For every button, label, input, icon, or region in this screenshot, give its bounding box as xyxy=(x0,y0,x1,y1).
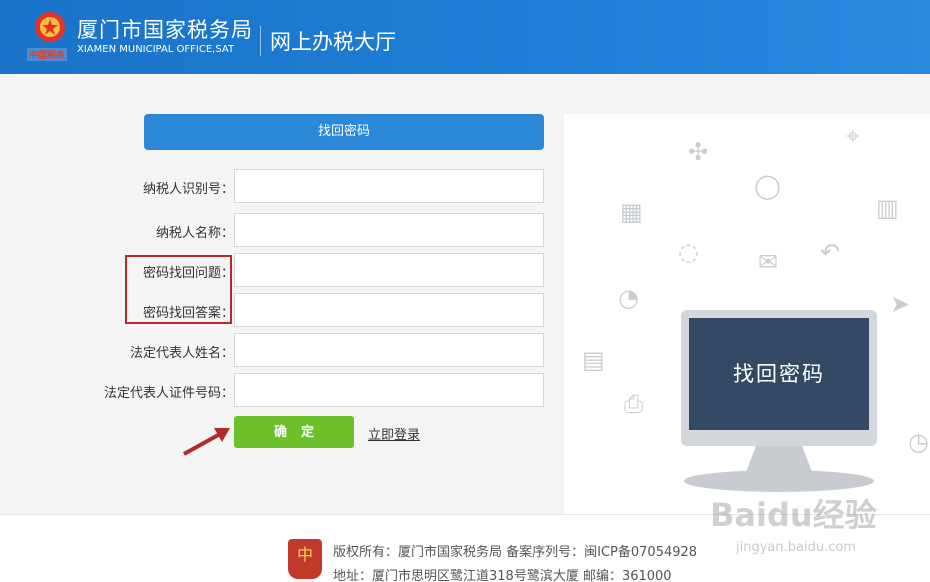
trash-icon: ▥ xyxy=(876,194,899,222)
hall-name: 网上办税大厅 xyxy=(270,30,396,54)
annotation-highlight-box xyxy=(125,255,232,324)
org-name-english: XIAMEN MUNICIPAL OFFICE,SAT xyxy=(77,44,235,55)
org-name: 厦门市国家税务局 xyxy=(77,18,253,42)
tab-recover-password[interactable]: 找回密码 xyxy=(144,114,544,150)
field-row-taxpayer-name: 纳税人名称： xyxy=(60,213,550,247)
lightbulb-icon: ◌ xyxy=(678,238,699,266)
printer-icon: ⎙ xyxy=(624,390,644,418)
taxpayer-id-input[interactable] xyxy=(234,169,544,203)
pie-chart-icon: ◔ xyxy=(618,284,639,312)
monitor-screen-text: 找回密码 xyxy=(689,318,869,430)
header-divider xyxy=(260,26,261,56)
trash-small-icon: ▤ xyxy=(582,346,605,374)
taxpayer-name-input[interactable] xyxy=(234,213,544,247)
baidu-watermark-url: jingyan.baidu.com xyxy=(736,540,856,555)
recovery-answer-input[interactable] xyxy=(234,293,544,327)
field-row-legal-rep-id: 法定代表人证件号码： xyxy=(60,373,550,407)
annotation-arrow-icon xyxy=(183,428,230,456)
monitor-neck xyxy=(746,446,812,472)
monitor-base xyxy=(684,470,874,492)
monitor-illustration: 找回密码 xyxy=(681,310,877,446)
login-now-link[interactable]: 立即登录 xyxy=(368,424,420,443)
confirm-button[interactable]: 确定 xyxy=(234,416,354,448)
navigation-icon: ➤ xyxy=(890,290,911,318)
legal-rep-id-label: 法定代表人证件号码： xyxy=(103,386,234,401)
national-emblem-icon xyxy=(35,12,65,42)
taxpayer-id-label: 纳税人识别号： xyxy=(142,182,234,197)
field-row-taxpayer-id: 纳税人识别号： xyxy=(60,169,550,203)
calculator-icon: ▦ xyxy=(620,198,643,226)
mail-icon: ✉ xyxy=(758,248,779,276)
footer-copyright: 版权所有：厦门市国家税务局 备案序列号：闽ICP备07054928 xyxy=(333,545,698,560)
police-badge-icon[interactable]: 中 xyxy=(288,539,322,579)
field-row-legal-rep-name: 法定代表人姓名： xyxy=(60,333,550,367)
pinwheel-icon: ✣ xyxy=(688,138,709,166)
location-pin-icon: ⌖ xyxy=(846,122,860,150)
baidu-watermark: Baidu经验 xyxy=(710,496,877,534)
taxpayer-name-label: 纳税人名称： xyxy=(155,226,234,241)
recovery-question-input[interactable] xyxy=(234,253,544,287)
legal-rep-name-input[interactable] xyxy=(234,333,544,367)
chat-bubble-icon: ◯ xyxy=(754,172,781,200)
legal-rep-name-label: 法定代表人姓名： xyxy=(129,346,234,361)
emblem-caption: 中国税务 xyxy=(27,48,68,61)
site-header: 中国税务 厦门市国家税务局 XIAMEN MUNICIPAL OFFICE,SA… xyxy=(0,0,930,74)
legal-rep-id-input[interactable] xyxy=(234,373,544,407)
alarm-clock-icon: ◷ xyxy=(908,428,929,456)
reply-arrow-icon: ↶ xyxy=(820,238,841,266)
footer-address: 地址：厦门市思明区鹭江道318号鹭滨大厦 邮编：361000 xyxy=(333,569,672,582)
